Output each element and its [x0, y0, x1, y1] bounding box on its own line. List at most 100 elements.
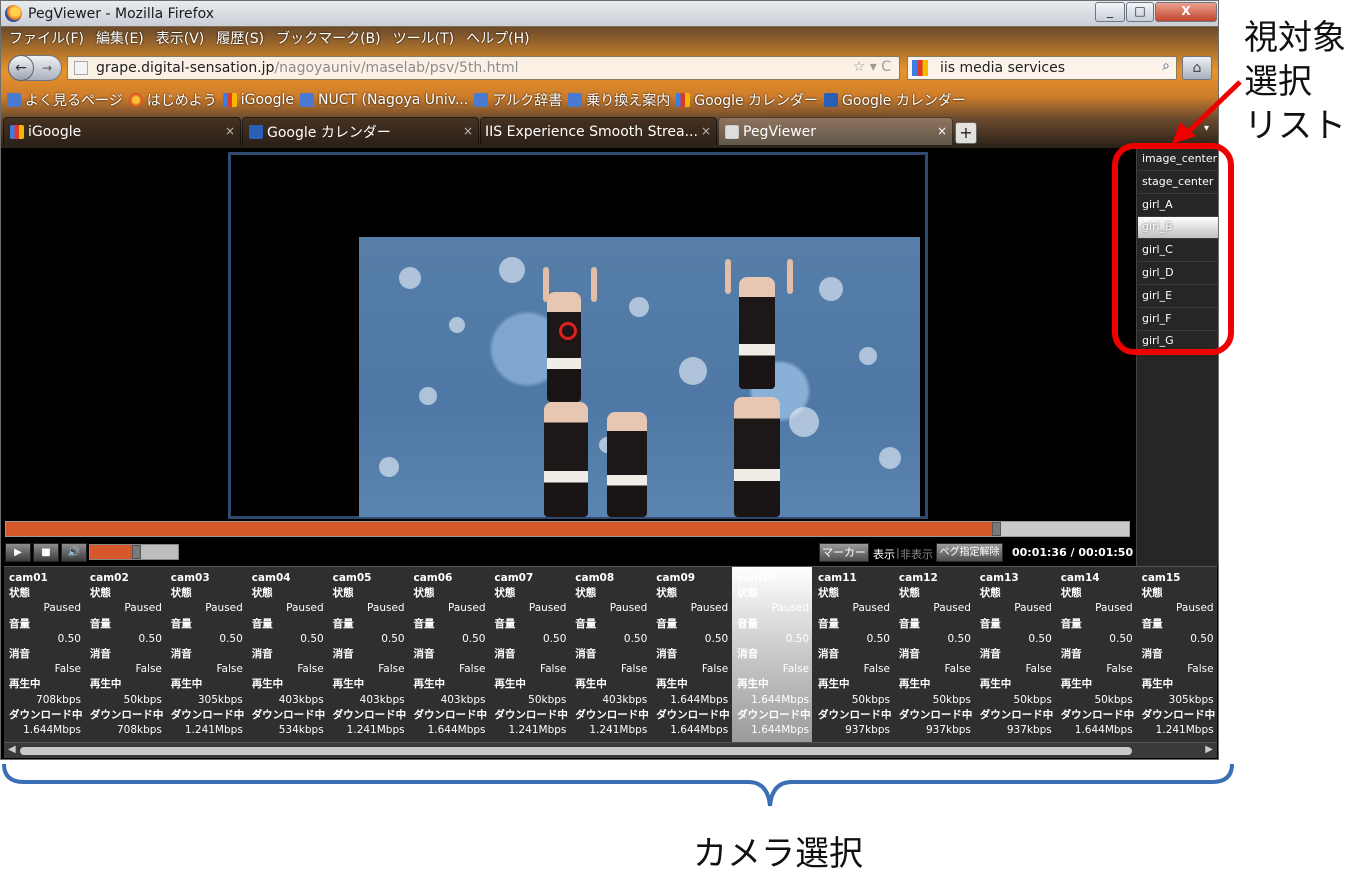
camera-state-label: 状態	[89, 587, 111, 600]
search-input[interactable]: iis media services	[940, 60, 1065, 76]
search-icon[interactable]: ⌕	[1162, 58, 1170, 74]
dancer-figure	[544, 402, 588, 517]
bookmark-igoogle[interactable]: iGoogle	[222, 92, 294, 108]
camera-column-cam07[interactable]: cam07 状態 Paused 音量 0.50 消音 False 再生中 50kbps ダウンロー…	[489, 567, 569, 742]
menu-view[interactable]: 表示(V)	[156, 28, 205, 48]
camera-mute: False	[540, 663, 567, 676]
camera-dl-label: ダウンロード中	[737, 708, 811, 721]
camera-play-label: 再生中	[494, 678, 526, 691]
camera-mute: False	[54, 663, 81, 676]
camera-dl-label: ダウンロード中	[251, 708, 326, 721]
camera-column-cam02[interactable]: cam02 状態 Paused 音量 0.50 消音 False 再生中 50kbps ダウンロー…	[85, 567, 165, 742]
camera-mute: False	[701, 663, 729, 676]
camera-vol-label: 音量	[413, 617, 435, 630]
bookmark-alc[interactable]: アルク辞書	[474, 90, 562, 110]
camera-scrollbar[interactable]: ◀ ▶	[4, 742, 1217, 758]
camera-volume: 0.50	[381, 632, 405, 645]
url-bar[interactable]: grape.digital-sensation.jp/nagoyauniv/ma…	[67, 56, 900, 80]
camera-column-cam04[interactable]: cam04 状態 Paused 音量 0.50 消音 False 再生中 403kbps ダウンロ…	[247, 567, 327, 742]
camera-column-cam08[interactable]: cam08 状態 Paused 音量 0.50 消音 False 再生中 403kbps ダウンロ…	[570, 567, 650, 742]
bookmark-nuct[interactable]: NUCT (Nagoya Univ...	[300, 92, 468, 108]
camera-name: cam09	[656, 572, 696, 584]
bookmark-star-icon[interactable]: ☆ ▾ C	[853, 59, 891, 75]
camera-column-cam15[interactable]: cam15 状態 Paused 音量 0.50 消音 False 再生中 305kbps ダウンロ…	[1137, 567, 1217, 742]
camera-column-cam01[interactable]: cam01 状態 Paused 音量 0.50 消音 False 再生中 708kbps ダウンロ…	[4, 567, 84, 742]
minimize-button[interactable]: _	[1095, 2, 1125, 22]
seek-bar[interactable]	[5, 521, 1130, 537]
google-search-engine-icon[interactable]	[912, 60, 928, 76]
marker-show-toggle[interactable]: 表示	[873, 546, 895, 562]
maximize-button[interactable]: □	[1126, 2, 1154, 22]
camera-column-cam03[interactable]: cam03 状態 Paused 音量 0.50 消音 False 再生中 305kbps ダウンロ…	[166, 567, 246, 742]
camera-name: cam15	[1141, 572, 1181, 584]
camera-name: cam05	[332, 572, 372, 584]
back-button[interactable]: ←	[8, 55, 34, 81]
volume-thumb[interactable]	[132, 545, 141, 559]
tab-close-icon[interactable]: ×	[463, 124, 473, 138]
camera-name: cam14	[1060, 572, 1100, 584]
menu-file[interactable]: ファイル(F)	[9, 28, 84, 48]
peg-release-button[interactable]: ペグ指定解除	[936, 543, 1003, 562]
camera-dl-rate: 708kbps	[116, 724, 162, 736]
search-bar[interactable]: iis media services ⌕	[907, 56, 1177, 80]
scroll-thumb[interactable]	[20, 747, 1132, 755]
volume-fill	[90, 545, 134, 559]
camera-mute-label: 消音	[89, 648, 111, 660]
video-display[interactable]	[359, 237, 920, 517]
seek-thumb[interactable]	[991, 522, 1001, 536]
camera-play-label: 再生中	[9, 678, 41, 691]
tab-close-icon[interactable]: ×	[225, 124, 235, 138]
camera-mute: False	[944, 663, 971, 676]
scroll-left-icon[interactable]: ◀	[8, 744, 16, 755]
camera-column-cam13[interactable]: cam13 状態 Paused 音量 0.50 消音 False 再生中 50kbps ダウンロー…	[975, 567, 1055, 742]
camera-column-cam14[interactable]: cam14 状態 Paused 音量 0.50 消音 False 再生中 50kbps ダウンロー…	[1056, 567, 1136, 742]
tab-google-calendar[interactable]: Google カレンダー ×	[242, 117, 479, 145]
menu-tools[interactable]: ツール(T)	[393, 28, 454, 48]
forward-button[interactable]: →	[37, 59, 57, 77]
camera-column-cam09[interactable]: cam09 状態 Paused 音量 0.50 消音 False 再生中 1.644Mbps ダウ…	[651, 567, 731, 742]
camera-column-cam06[interactable]: cam06 状態 Paused 音量 0.50 消音 False 再生中 403kbps ダウンロ…	[409, 567, 489, 742]
camera-mute-label: 消音	[1141, 648, 1163, 660]
tab-igoogle[interactable]: iGoogle ×	[3, 117, 241, 145]
camera-dl-rate: 534kbps	[278, 724, 324, 736]
marker-button[interactable]: マーカー	[819, 543, 869, 562]
tab-close-icon[interactable]: ×	[701, 124, 711, 138]
tab-iis-smooth-streaming[interactable]: IIS Experience Smooth Strea... ×	[480, 117, 717, 145]
new-tab-button[interactable]: +	[955, 122, 977, 144]
scroll-right-icon[interactable]: ▶	[1205, 744, 1213, 755]
bookmark-getting-started[interactable]: はじめよう	[128, 90, 217, 110]
close-button[interactable]: X	[1155, 2, 1217, 22]
firefox-logo-icon	[5, 5, 22, 22]
menu-history[interactable]: 履歴(S)	[216, 28, 264, 48]
camera-play-label: 再生中	[89, 678, 122, 691]
home-button[interactable]: ⌂	[1182, 56, 1212, 80]
camera-column-cam12[interactable]: cam12 状態 Paused 音量 0.50 消音 False 再生中 50kbps ダウンロー…	[894, 567, 974, 742]
volume-icon[interactable]: 🔊	[61, 543, 87, 562]
tab-pegviewer[interactable]: PegViewer ×	[718, 117, 953, 145]
bookmark-google-calendar-2[interactable]: Google カレンダー	[824, 90, 966, 110]
volume-slider[interactable]	[89, 544, 179, 560]
marker-hide-toggle[interactable]: 非表示	[900, 546, 933, 562]
camera-mute-label: 消音	[818, 648, 839, 660]
menu-help[interactable]: ヘルプ(H)	[466, 28, 529, 48]
camera-column-cam11[interactable]: cam11 状態 Paused 音量 0.50 消音 False 再生中 50kbps ダウンロー…	[813, 567, 893, 742]
stop-button[interactable]: ■	[33, 543, 59, 562]
bookmark-most-visited[interactable]: よく見るページ	[7, 90, 123, 110]
menu-bookmarks[interactable]: ブックマーク(B)	[276, 28, 381, 48]
menu-edit[interactable]: 編集(E)	[96, 28, 144, 48]
annotation-arrow-icon	[1172, 80, 1242, 144]
camera-mute: False	[1025, 663, 1052, 676]
camera-play-rate: 403kbps	[602, 693, 648, 706]
camera-column-cam10[interactable]: cam10 状態 Paused 音量 0.50 消音 False 再生中 1.644Mbps ダウ…	[732, 567, 813, 742]
bookmark-google-calendar-1[interactable]: Google カレンダー	[676, 90, 818, 110]
camera-column-cam05[interactable]: cam05 状態 Paused 音量 0.50 消音 False 再生中 403kbps ダウンロ…	[328, 567, 408, 742]
stage-light	[679, 357, 707, 385]
bookmark-transit[interactable]: 乗り換え案内	[568, 90, 670, 110]
stage-light	[449, 317, 465, 333]
tab-close-icon[interactable]: ×	[937, 124, 947, 138]
time-readout: 00:01:36 / 00:01:50	[1012, 546, 1134, 559]
play-button[interactable]: ▶	[5, 543, 31, 562]
camera-name: cam10	[737, 572, 776, 584]
camera-play-label: 再生中	[413, 678, 446, 691]
camera-dl-label: ダウンロード中	[1060, 708, 1135, 721]
